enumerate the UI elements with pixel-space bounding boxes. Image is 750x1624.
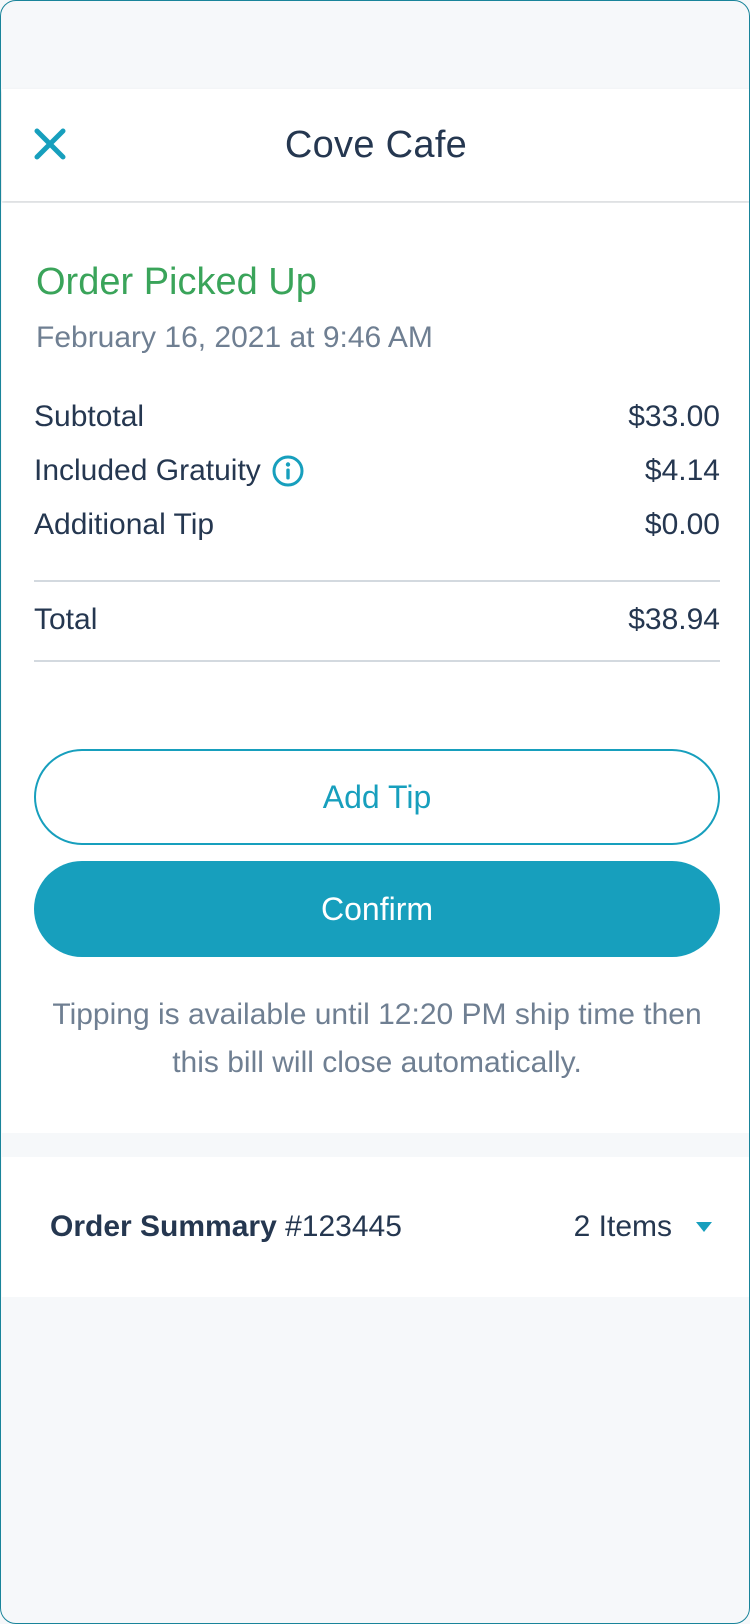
chevron-down-icon <box>696 1222 712 1232</box>
close-button[interactable] <box>32 126 68 162</box>
order-card: Order Picked Up February 16, 2021 at 9:4… <box>2 203 749 1133</box>
order-number: #123445 <box>285 1210 402 1243</box>
total-row: Total $38.94 <box>34 600 720 640</box>
additional-tip-row: Additional Tip $0.00 <box>34 505 720 545</box>
total-label: Total <box>34 603 98 636</box>
additional-tip-label: Additional Tip <box>34 508 215 541</box>
confirm-button[interactable]: Confirm <box>34 861 720 957</box>
order-summary-title: Order Summary #123445 <box>50 1210 402 1244</box>
page-title: Cove Cafe <box>284 123 468 166</box>
tipping-note: Tipping is available until 12:20 PM ship… <box>52 998 702 1079</box>
close-icon <box>34 128 66 160</box>
header-bar: Cove Cafe <box>2 89 749 201</box>
order-summary-toggle[interactable]: Order Summary #123445 2 Items <box>2 1157 749 1297</box>
gratuity-row: Included Gratuity $4.14 <box>34 451 720 491</box>
subtotal-amount: $33.00 <box>628 400 720 433</box>
gratuity-label-group: Included Gratuity <box>34 454 305 488</box>
gratuity-amount: $4.14 <box>644 454 720 487</box>
info-icon[interactable] <box>271 454 305 488</box>
add-tip-button[interactable]: Add Tip <box>34 749 720 845</box>
item-count: 2 Items <box>573 1210 672 1243</box>
subtotal-label: Subtotal <box>34 400 145 433</box>
app-frame: Cove Cafe Order Picked Up February 16, 2… <box>0 0 750 1624</box>
divider <box>34 660 720 662</box>
order-status: Order Picked Up <box>36 261 317 303</box>
order-summary-label: Order Summary <box>50 1210 277 1243</box>
subtotal-row: Subtotal $33.00 <box>34 397 720 437</box>
total-amount: $38.94 <box>628 603 720 636</box>
order-datetime: February 16, 2021 at 9:46 AM <box>36 321 433 354</box>
additional-tip-amount: $0.00 <box>644 508 720 541</box>
order-summary-count: 2 Items <box>574 1210 712 1244</box>
divider <box>34 580 720 582</box>
gratuity-label: Included Gratuity <box>34 454 261 487</box>
